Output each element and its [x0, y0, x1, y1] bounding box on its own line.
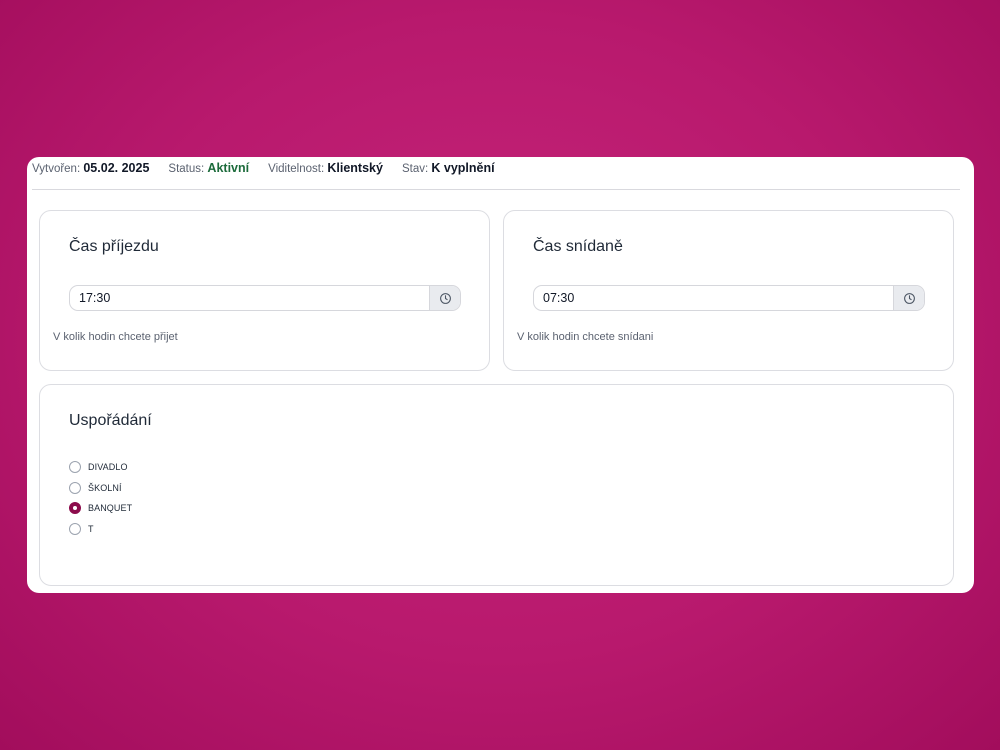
arrival-time-input[interactable]: [70, 286, 429, 310]
radio-option-skolni[interactable]: ŠKOLNÍ: [69, 481, 132, 494]
meta-bar: Vytvořen: 05.02. 2025 Status: Aktivní Vi…: [32, 157, 960, 190]
created-value: 05.02. 2025: [83, 161, 150, 175]
created-meta: Vytvořen: 05.02. 2025: [32, 161, 149, 175]
radio-label: BANQUET: [88, 503, 133, 513]
state-value: K vyplnění: [431, 161, 495, 175]
state-label: Stav:: [401, 163, 429, 175]
visibility-label: Viditelnost:: [268, 163, 325, 175]
status-meta: Status: Aktivní: [168, 161, 249, 175]
form-panel: Vytvořen: 05.02. 2025 Status: Aktivní Vi…: [27, 157, 974, 593]
arrival-title: Čas příjezdu: [69, 238, 159, 255]
radio-option-divadlo[interactable]: DIVADLO: [69, 461, 132, 473]
breakfast-time-input[interactable]: [534, 286, 893, 310]
radio-option-banquet[interactable]: BANQUET: [69, 502, 132, 514]
breakfast-time-card: Čas snídaně V kolik hodin chcete snídani: [503, 210, 954, 371]
visibility-meta: Viditelnost: Klientský: [268, 161, 383, 175]
arrival-time-field: [69, 285, 461, 311]
radio-label: T: [88, 523, 94, 534]
visibility-value: Klientský: [327, 161, 383, 175]
layout-radio-group: DIVADLO ŠKOLNÍ BANQUET T: [69, 461, 132, 535]
created-label: Vytvořen:: [32, 163, 81, 175]
arrival-hint: V kolik hodin chcete přijet: [53, 331, 178, 343]
radio-option-t[interactable]: T: [69, 522, 132, 535]
radio-label: DIVADLO: [88, 462, 128, 472]
breakfast-time-field: [533, 285, 925, 311]
radio-label: ŠKOLNÍ: [88, 482, 122, 493]
layout-title: Uspořádání: [69, 412, 152, 429]
clock-icon: [439, 292, 451, 304]
breakfast-time-picker-button[interactable]: [893, 286, 924, 310]
layout-card: Uspořádání DIVADLO ŠKOLNÍ BANQUET T: [39, 384, 954, 586]
breakfast-title: Čas snídaně: [533, 238, 623, 255]
arrival-time-picker-button[interactable]: [429, 286, 460, 310]
radio-button[interactable]: [69, 461, 81, 473]
status-badge: Aktivní: [207, 161, 250, 175]
status-label: Status:: [168, 163, 205, 175]
radio-button[interactable]: [69, 481, 81, 494]
breakfast-hint: V kolik hodin chcete snídani: [517, 331, 654, 343]
radio-button[interactable]: [69, 522, 81, 535]
clock-icon: [903, 292, 915, 304]
radio-button[interactable]: [69, 502, 81, 514]
arrival-time-card: Čas příjezdu V kolik hodin chcete přijet: [39, 210, 490, 371]
state-meta: Stav: K vyplnění: [402, 161, 495, 175]
